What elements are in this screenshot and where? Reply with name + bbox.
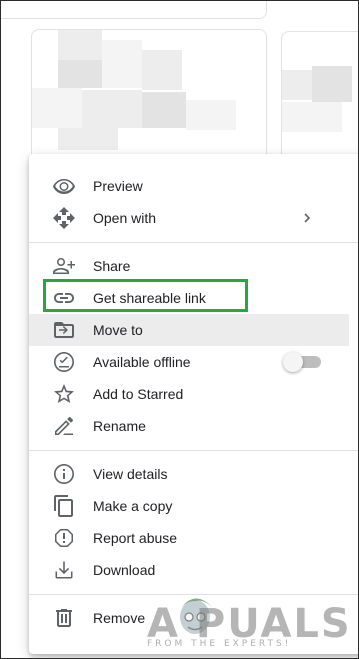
annotation-highlight-box <box>43 279 248 312</box>
watermark-subtext: FROM THE EXPERTS! <box>147 639 292 649</box>
menu-item-label: View details <box>93 466 168 482</box>
menu-item-label: Download <box>93 562 156 578</box>
menu-divider <box>29 450 358 451</box>
watermark: A PUALS FROM THE EXPERTS! <box>147 591 357 655</box>
person-add-icon <box>52 254 76 278</box>
menu-divider <box>29 242 358 243</box>
menu-item-move-to[interactable]: Move to <box>29 314 349 346</box>
menu-item-open-with[interactable]: Open with <box>29 202 349 234</box>
info-icon <box>52 462 76 486</box>
chevron-right-icon <box>299 210 315 226</box>
report-icon <box>52 526 76 550</box>
move-arrows-icon <box>52 206 76 230</box>
menu-item-rename[interactable]: Rename <box>29 410 349 442</box>
menu-item-label: Open with <box>93 210 157 226</box>
copy-icon <box>52 494 76 518</box>
offline-check-icon <box>52 350 76 374</box>
folder-move-icon <box>52 318 76 342</box>
trash-icon <box>52 606 76 630</box>
toggle-knob <box>283 352 303 372</box>
menu-item-view-details[interactable]: View details <box>29 458 349 490</box>
menu-item-label: Rename <box>93 418 146 434</box>
menu-item-label: Make a copy <box>93 498 173 514</box>
menu-item-make-a-copy[interactable]: Make a copy <box>29 490 349 522</box>
menu-item-report-abuse[interactable]: Report abuse <box>29 522 349 554</box>
menu-item-label: Add to Starred <box>93 386 184 402</box>
offline-toggle[interactable] <box>283 352 323 372</box>
context-menu: Preview Open with Share Get shareable li… <box>29 154 358 654</box>
menu-item-label: Preview <box>93 178 143 194</box>
menu-item-label: Available offline <box>93 354 191 370</box>
menu-item-share[interactable]: Share <box>29 250 349 282</box>
menu-item-preview[interactable]: Preview <box>29 170 349 202</box>
menu-item-label: Share <box>93 258 131 274</box>
download-icon <box>52 558 76 582</box>
menu-item-label: Move to <box>93 322 143 338</box>
eye-icon <box>52 174 76 198</box>
file-thumbnail[interactable] <box>1 1 267 19</box>
pencil-icon <box>52 414 76 438</box>
screenshot-frame: Preview Open with Share Get shareable li… <box>0 0 359 659</box>
menu-item-available-offline[interactable]: Available offline <box>29 346 349 378</box>
menu-item-add-to-starred[interactable]: Add to Starred <box>29 378 349 410</box>
menu-item-label: Report abuse <box>93 530 178 546</box>
star-outline-icon <box>52 382 76 406</box>
menu-item-label: Remove <box>93 610 146 626</box>
menu-item-download[interactable]: Download <box>29 554 349 586</box>
